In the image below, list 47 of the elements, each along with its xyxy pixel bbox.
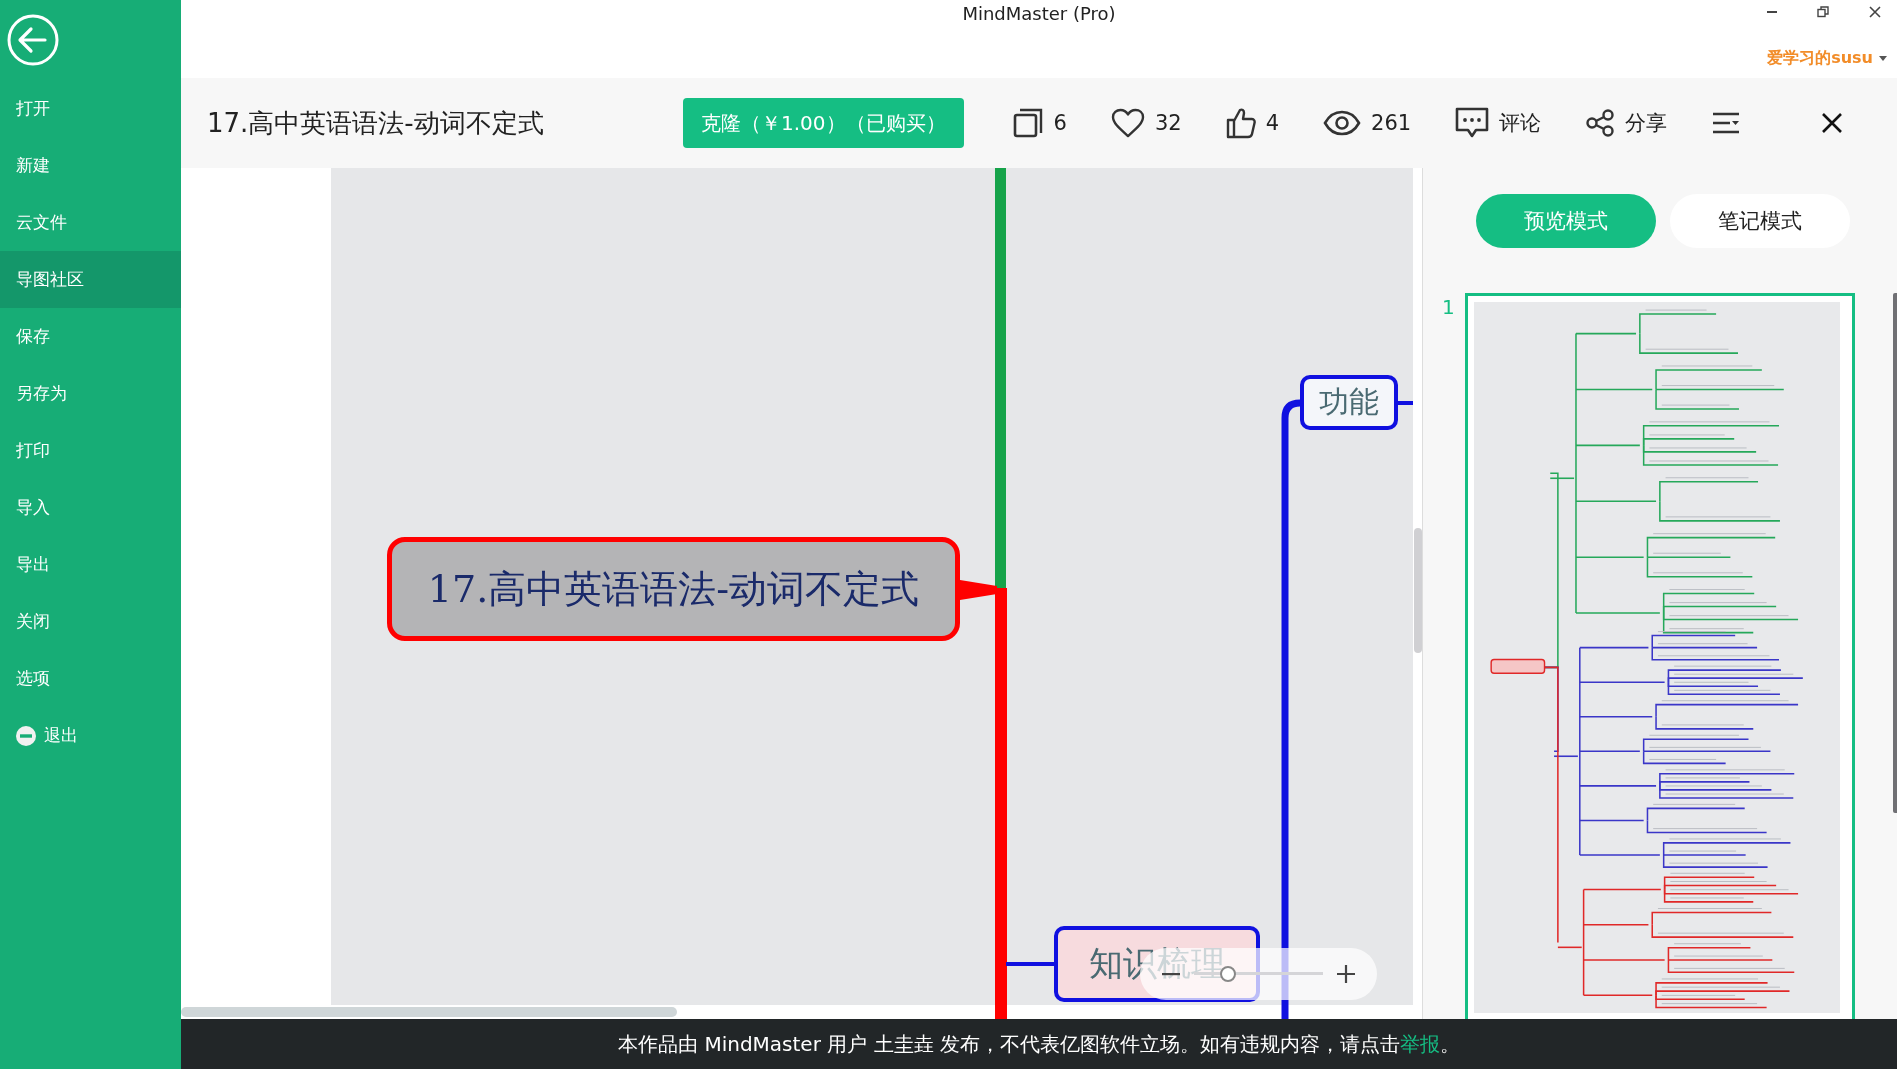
horizontal-scrollbar[interactable] [181,1007,677,1017]
sidebar-item[interactable]: 另存为 [0,365,181,422]
report-link[interactable]: 举报 [1399,1031,1440,1056]
action-label: 评论 [1499,110,1542,137]
mode-tab[interactable]: 预览模式 [1476,194,1656,248]
close-icon[interactable] [1821,112,1844,134]
copy-icon[interactable] [1011,108,1044,138]
close-icon[interactable] [1869,6,1881,18]
sidebar-item[interactable]: 导出 [0,536,181,593]
restore-icon[interactable] [1817,6,1829,18]
sidebar-item[interactable]: 打开 [0,80,181,137]
minus-circle-icon [16,725,36,746]
central-topic-node[interactable]: 17.高中英语语法-动词不定式 [387,537,960,641]
heart-icon[interactable] [1110,108,1145,138]
sidebar-item[interactable]: 关闭 [0,593,181,650]
sidebar-item[interactable]: 导图社区 [0,251,181,308]
vertical-scrollbar[interactable] [1414,528,1422,653]
sidebar-item[interactable]: 打印 [0,422,181,479]
count-label: 6 [1053,111,1067,135]
sidebar-item[interactable]: 新建 [0,137,181,194]
share-icon[interactable] [1585,109,1616,137]
clone-button[interactable]: 克隆（￥1.00）（已购买） [683,98,964,148]
connector-line [960,580,997,600]
count-label: 261 [1371,111,1412,135]
topic-node[interactable]: 功能 [1300,375,1398,430]
count-label: 4 [1265,111,1279,135]
sidebar-item[interactable]: 选项 [0,650,181,707]
menu-icon[interactable] [1711,111,1742,135]
user-name[interactable]: 爱学习的susu [1767,48,1873,69]
page-number: 1 [1442,295,1455,319]
document-title: 17.高中英语语法-动词不定式 [207,106,545,140]
notice-text: 本作品由 MindMaster 用户 土圭垚 发布，不代表亿图软件立场。如有违规内容，请点击举报。 [618,1030,1460,1058]
thumbs-up-icon[interactable] [1225,107,1256,139]
comment-icon[interactable] [1455,107,1490,139]
count-label: 32 [1154,111,1182,135]
window-title: MindMaster (Pro) [962,3,1116,24]
action-label: 分享 [1625,110,1668,137]
panel-scrollbar[interactable] [1892,293,1897,813]
sidebar-item[interactable]: 保存 [0,308,181,365]
caret-icon[interactable] [1879,56,1887,61]
sidebar-item[interactable]: 退出 [0,707,181,764]
sidebar-item[interactable]: 导入 [0,479,181,536]
sidebar-item[interactable]: 云文件 [0,194,181,251]
eye-icon[interactable] [1323,110,1361,136]
minimize-icon[interactable] [1767,10,1777,14]
zoom-in-icon[interactable] [1337,965,1355,983]
mode-tab[interactable]: 笔记模式 [1670,194,1850,248]
